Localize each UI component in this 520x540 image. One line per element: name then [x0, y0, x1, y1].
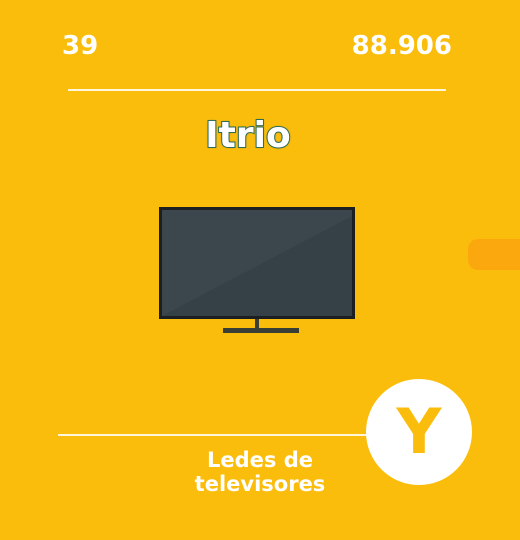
- bottom-divider: [58, 434, 388, 436]
- symbol-badge: Y: [366, 379, 472, 485]
- element-symbol: Y: [396, 395, 442, 468]
- side-tab[interactable]: [468, 239, 520, 270]
- element-usage: Ledes de televisores: [194, 448, 326, 496]
- atomic-mass: 88.906: [351, 31, 452, 61]
- television-icon: [158, 206, 358, 336]
- element-name: Itrio: [204, 114, 291, 157]
- top-divider: [68, 89, 446, 91]
- atomic-number: 39: [62, 31, 99, 61]
- element-card: 39 88.906 Itrio Y Ledes de televisores: [0, 0, 520, 540]
